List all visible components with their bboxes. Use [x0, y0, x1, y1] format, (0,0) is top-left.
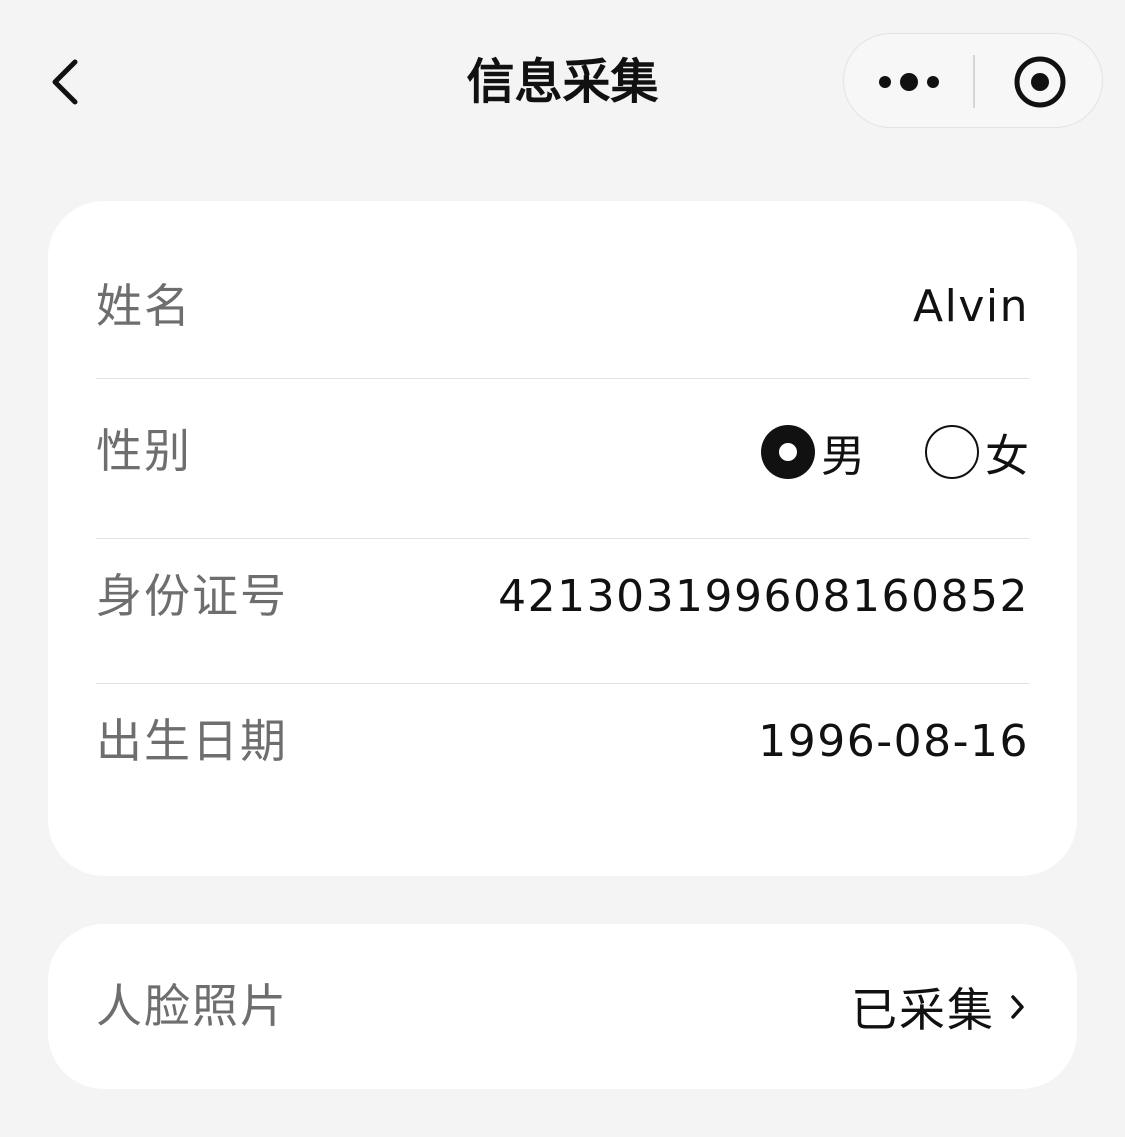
- face-photo-card: 人脸照片 已采集: [48, 924, 1077, 1089]
- gender-option-label: 男: [821, 430, 865, 482]
- face-photo-status-text: 已采集: [851, 982, 995, 1037]
- face-photo-row[interactable]: 人脸照片 已采集: [96, 924, 1029, 1089]
- name-value: Alvin: [913, 281, 1029, 332]
- navigation-bar: 信息采集: [0, 0, 1125, 165]
- more-dots-icon: [879, 72, 939, 91]
- id-number-value: 421303199608160852: [498, 571, 1029, 622]
- close-mini-program-button[interactable]: [975, 34, 1104, 129]
- gender-label: 性别: [96, 424, 192, 478]
- id-number-row: 身份证号 421303199608160852: [96, 539, 1029, 684]
- more-button[interactable]: [844, 34, 974, 129]
- id-number-label: 身份证号: [96, 569, 288, 623]
- gender-option-female[interactable]: 女: [925, 420, 1029, 484]
- gender-option-label: 女: [985, 430, 1029, 482]
- birth-date-label: 出生日期: [96, 714, 288, 768]
- mini-program-capsule: [843, 33, 1103, 128]
- birth-date-row: 出生日期 1996-08-16: [96, 684, 1029, 829]
- gender-row: 性别 男 女: [96, 394, 1029, 539]
- radio-unchecked-icon[interactable]: [925, 424, 979, 479]
- birth-date-value: 1996-08-16: [758, 716, 1029, 767]
- target-circle-icon: [1014, 56, 1065, 107]
- face-photo-label: 人脸照片: [96, 979, 288, 1033]
- name-label: 姓名: [96, 279, 192, 333]
- radio-checked-icon[interactable]: [761, 424, 815, 479]
- chevron-right-icon: [1007, 989, 1029, 1025]
- info-card: 姓名 Alvin 性别 男 女 身份证号 421303199608160852 …: [48, 201, 1077, 876]
- gender-radio-group: 男 女: [761, 379, 1029, 524]
- face-photo-status: 已采集: [851, 924, 1029, 1089]
- name-row: 姓名 Alvin: [96, 234, 1029, 379]
- gender-option-male[interactable]: 男: [761, 420, 865, 484]
